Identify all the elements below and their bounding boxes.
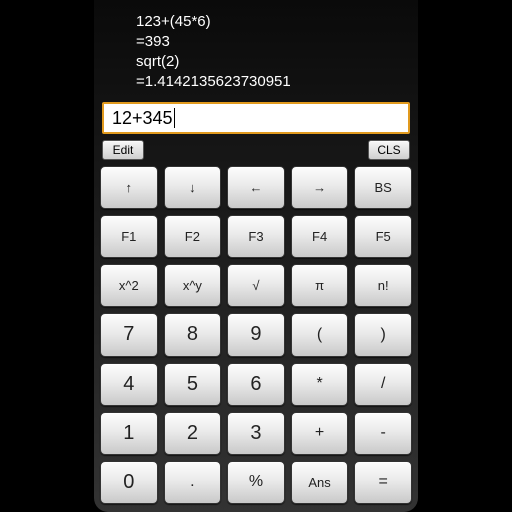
key-5[interactable]: 5 (164, 363, 222, 406)
history-panel: 123+(45*6) =393 sqrt(2) =1.4142135623730… (94, 6, 418, 98)
key-f1[interactable]: F1 (100, 215, 158, 258)
text-cursor (174, 108, 175, 128)
key-pi[interactable]: π (291, 264, 349, 307)
key-square[interactable]: x^2 (100, 264, 158, 307)
key-ans[interactable]: Ans (291, 461, 349, 504)
key-f5[interactable]: F5 (354, 215, 412, 258)
key-right[interactable]: → (291, 166, 349, 209)
key-down[interactable]: ↓ (164, 166, 222, 209)
key-2[interactable]: 2 (164, 412, 222, 455)
expression-value: 12+345 (112, 108, 173, 129)
input-area: 12+345 (102, 102, 410, 134)
key-minus[interactable]: - (354, 412, 412, 455)
key-up[interactable]: ↑ (100, 166, 158, 209)
key-9[interactable]: 9 (227, 313, 285, 356)
toolbar: Edit CLS (94, 140, 418, 160)
key-0[interactable]: 0 (100, 461, 158, 504)
history-line: 123+(45*6) (136, 12, 408, 32)
key-4[interactable]: 4 (100, 363, 158, 406)
history-line: =393 (136, 32, 408, 52)
key-lparen[interactable]: ( (291, 313, 349, 356)
key-left[interactable]: ← (227, 166, 285, 209)
expression-input[interactable]: 12+345 (102, 102, 410, 134)
key-6[interactable]: 6 (227, 363, 285, 406)
key-power[interactable]: x^y (164, 264, 222, 307)
key-backspace[interactable]: BS (354, 166, 412, 209)
key-dot[interactable]: . (164, 461, 222, 504)
keypad: ↑ ↓ ← → BS F1 F2 F3 F4 F5 x^2 x^y √ π n!… (94, 164, 418, 512)
key-1[interactable]: 1 (100, 412, 158, 455)
history-line: =1.4142135623730951 (136, 72, 408, 92)
key-rparen[interactable]: ) (354, 313, 412, 356)
edit-button[interactable]: Edit (102, 140, 144, 160)
key-3[interactable]: 3 (227, 412, 285, 455)
cls-button[interactable]: CLS (368, 140, 410, 160)
key-f3[interactable]: F3 (227, 215, 285, 258)
key-f2[interactable]: F2 (164, 215, 222, 258)
key-divide[interactable]: / (354, 363, 412, 406)
key-equals[interactable]: = (354, 461, 412, 504)
key-f4[interactable]: F4 (291, 215, 349, 258)
key-percent[interactable]: % (227, 461, 285, 504)
key-factorial[interactable]: n! (354, 264, 412, 307)
calculator-app: 123+(45*6) =393 sqrt(2) =1.4142135623730… (94, 0, 418, 512)
key-8[interactable]: 8 (164, 313, 222, 356)
key-plus[interactable]: + (291, 412, 349, 455)
key-multiply[interactable]: * (291, 363, 349, 406)
key-sqrt[interactable]: √ (227, 264, 285, 307)
key-7[interactable]: 7 (100, 313, 158, 356)
history-line: sqrt(2) (136, 52, 408, 72)
